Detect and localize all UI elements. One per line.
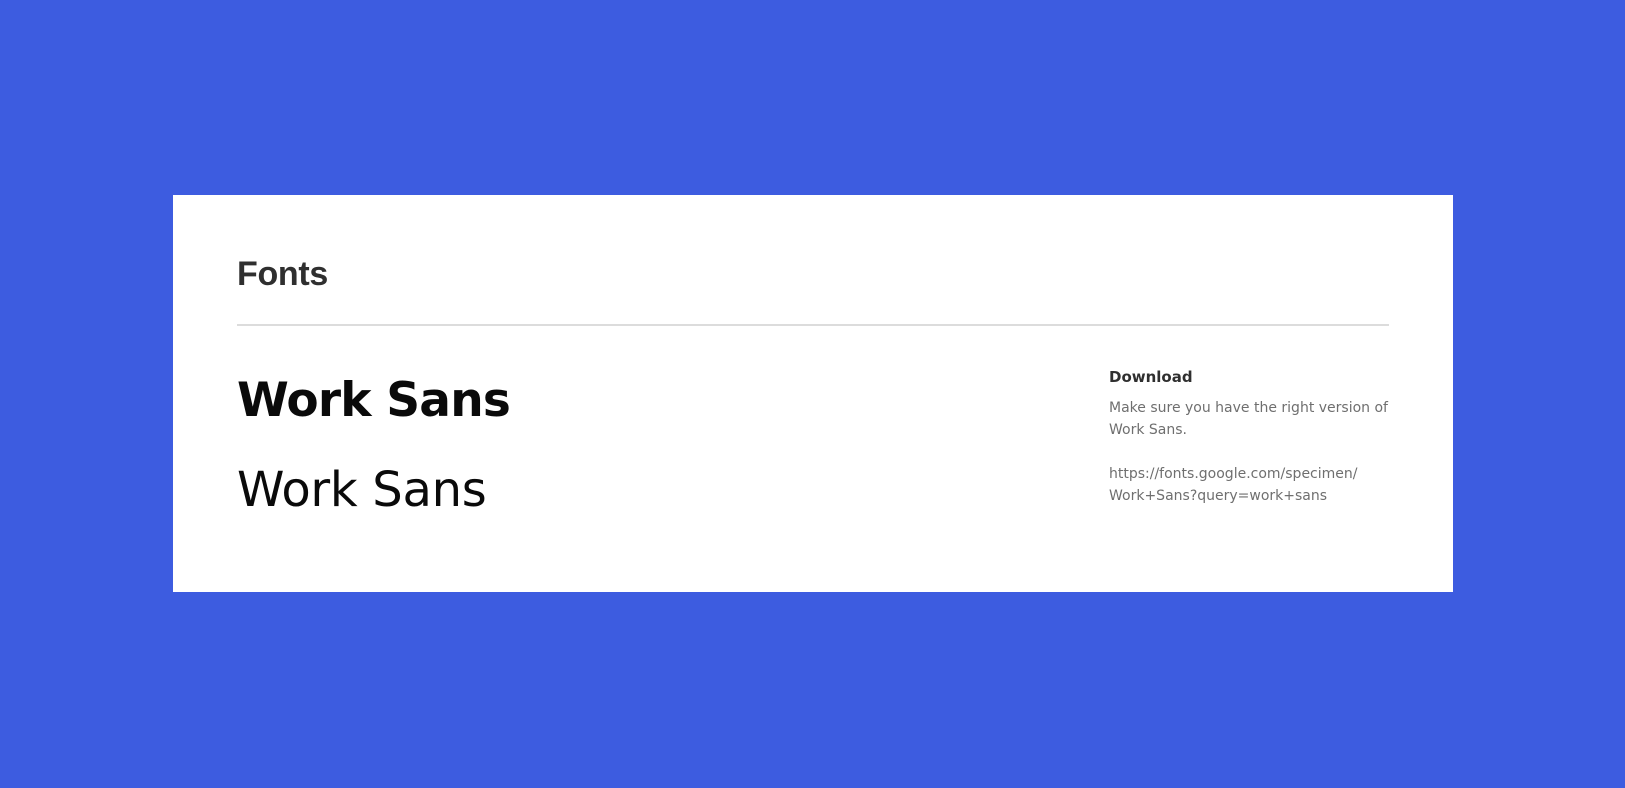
section-title: Fonts <box>237 255 329 293</box>
download-link[interactable]: https://fonts.google.com/specimen/ Work+… <box>1109 463 1399 507</box>
font-specimen-bold: Work Sans <box>237 373 511 428</box>
download-description: Make sure you have the right version of … <box>1109 400 1388 438</box>
font-specimen-regular: Work Sans <box>237 462 487 518</box>
download-panel: Download Make sure you have the right ve… <box>1109 367 1399 507</box>
download-title: Download <box>1109 368 1193 386</box>
section-divider <box>237 324 1389 326</box>
download-link-part-1: https://fonts.google.com/specimen/ <box>1109 466 1358 482</box>
download-link-part-2: Work+Sans?query=work+sans <box>1109 488 1328 504</box>
fonts-card: Fonts Work Sans Work Sans Download Make … <box>173 195 1453 592</box>
page-background: { "colors": { "background": "#3d5ce0", "… <box>0 0 1625 788</box>
